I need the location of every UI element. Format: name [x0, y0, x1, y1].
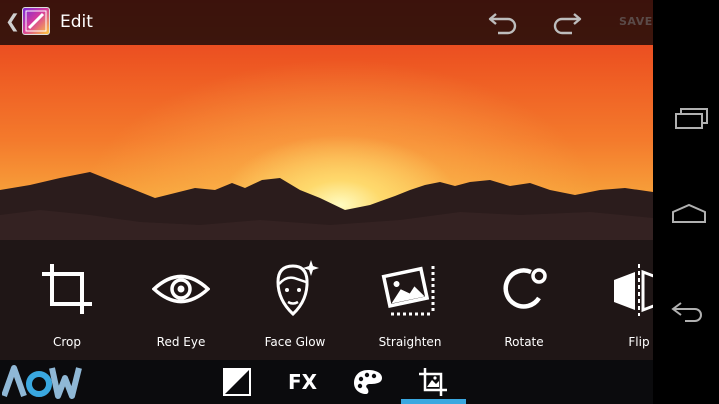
bottom-tab-bar: FX	[0, 360, 653, 404]
tool-strip: Crop Red Eye Face Glow Straighten Rotate…	[0, 240, 653, 360]
exposure-icon[interactable]	[222, 368, 252, 396]
tool-rotate[interactable]: Rotate	[469, 240, 579, 360]
photo-editor: ❮ Edit SAVE Crop Red Eye Face Glow Strai…	[0, 0, 653, 404]
aow-watermark-logo	[2, 365, 82, 399]
palette-icon[interactable]	[352, 368, 384, 396]
chevron-left-icon[interactable]: ❮	[5, 12, 20, 32]
redo-icon[interactable]	[550, 8, 584, 36]
tool-flip[interactable]: Flip	[584, 240, 653, 360]
straighten-icon	[381, 266, 435, 316]
fx-tab[interactable]: FX	[288, 360, 317, 404]
eye-icon	[152, 274, 210, 304]
tool-label: Rotate	[504, 335, 544, 349]
face-glow-icon	[276, 260, 319, 317]
top-action-bar: ❮ Edit SAVE	[0, 0, 653, 45]
tool-label: Face Glow	[264, 335, 326, 349]
system-nav-bar	[653, 0, 719, 404]
page-title: Edit	[60, 12, 93, 32]
home-icon[interactable]	[653, 195, 719, 235]
crop-icon	[42, 264, 92, 314]
undo-icon[interactable]	[486, 8, 520, 36]
rotate-icon	[503, 268, 547, 309]
tool-red-eye[interactable]: Red Eye	[126, 240, 236, 360]
flip-icon	[614, 264, 653, 316]
tool-label: Straighten	[378, 335, 442, 349]
crop-photo-icon[interactable]	[418, 367, 448, 397]
tool-straighten[interactable]: Straighten	[355, 240, 465, 360]
recent-apps-icon[interactable]	[653, 98, 719, 138]
save-button[interactable]: SAVE	[619, 15, 653, 28]
tool-label: Red Eye	[156, 335, 206, 349]
tool-crop[interactable]: Crop	[12, 240, 122, 360]
tool-label: Crop	[52, 335, 81, 349]
photo-editor-icon[interactable]	[22, 7, 50, 35]
active-tab-indicator	[401, 399, 466, 404]
tool-label: Flip	[628, 335, 650, 349]
tool-face-glow[interactable]: Face Glow	[240, 240, 350, 360]
back-icon[interactable]	[653, 295, 719, 335]
